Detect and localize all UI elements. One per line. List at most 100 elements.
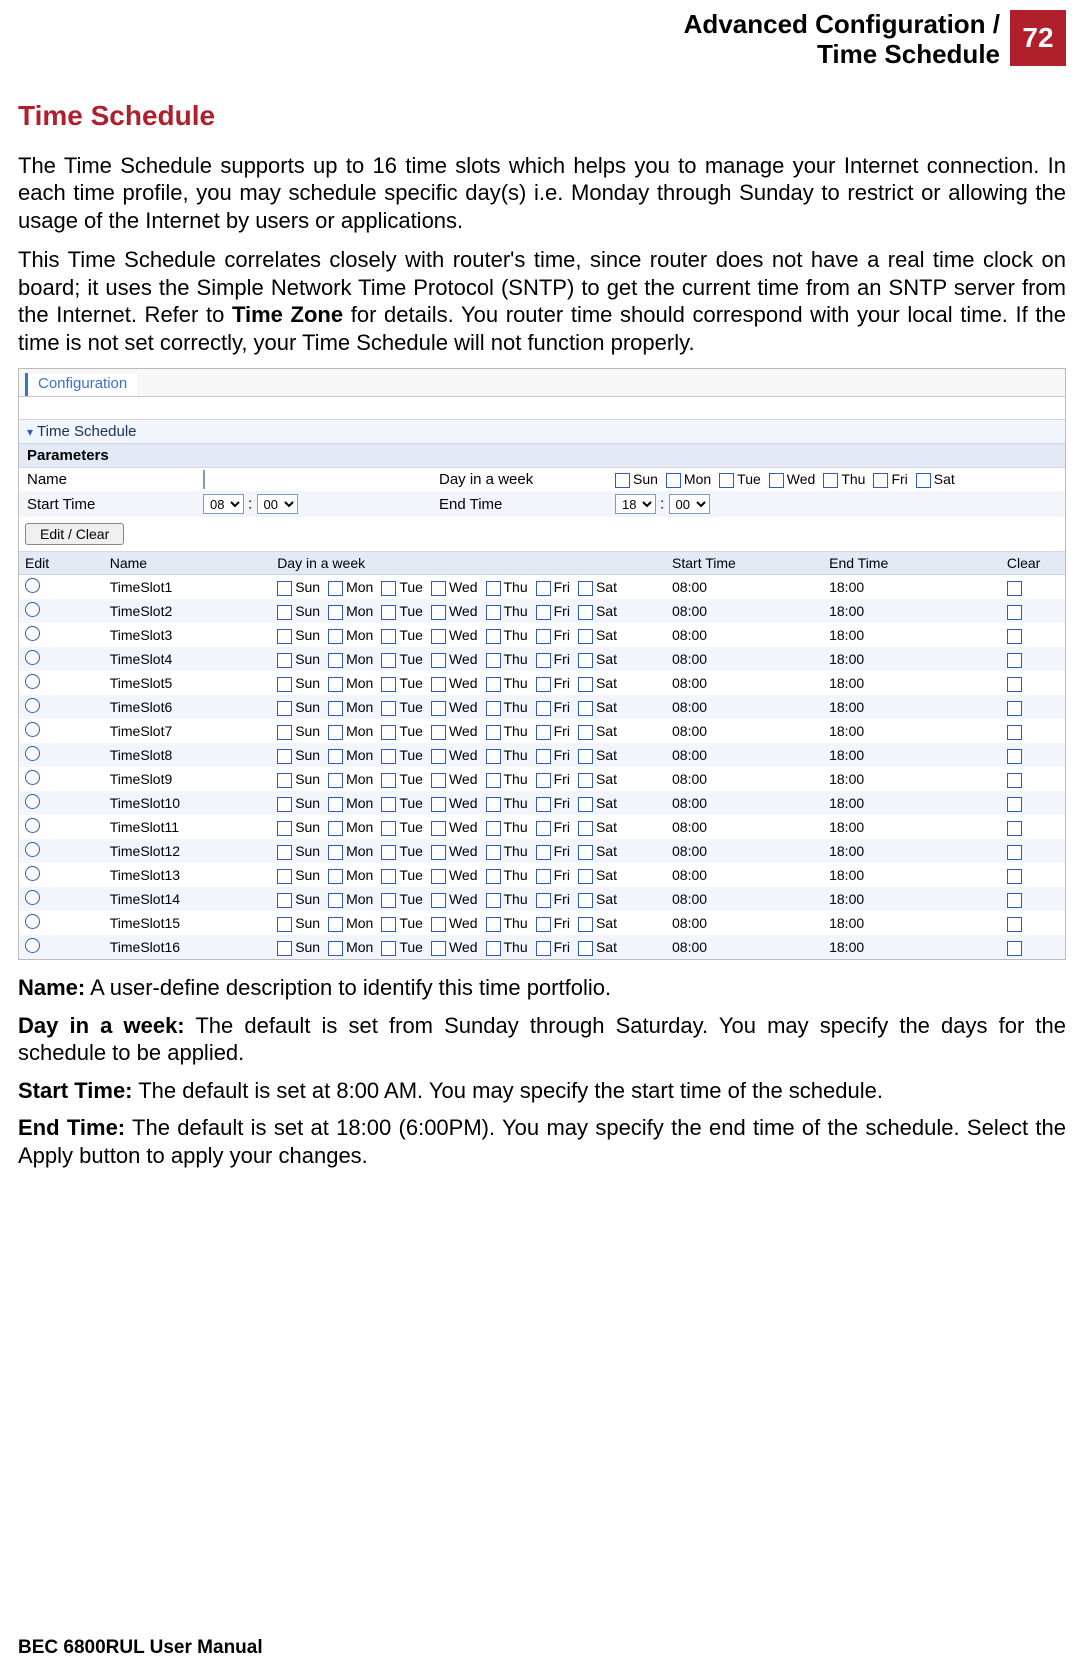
- row-day-checkbox-sat[interactable]: [578, 725, 593, 740]
- row-day-checkbox-thu[interactable]: [486, 797, 501, 812]
- row-day-checkbox-sun[interactable]: [277, 653, 292, 668]
- start-min-select[interactable]: 00: [257, 494, 298, 514]
- row-day-checkbox-wed[interactable]: [431, 821, 446, 836]
- row-day-checkbox-sun[interactable]: [277, 629, 292, 644]
- edit-radio[interactable]: [25, 746, 40, 761]
- row-day-checkbox-sat[interactable]: [578, 653, 593, 668]
- row-day-checkbox-thu[interactable]: [486, 869, 501, 884]
- row-day-checkbox-thu[interactable]: [486, 629, 501, 644]
- start-hour-select[interactable]: 08: [203, 494, 244, 514]
- edit-radio[interactable]: [25, 674, 40, 689]
- row-day-checkbox-thu[interactable]: [486, 605, 501, 620]
- row-day-checkbox-thu[interactable]: [486, 845, 501, 860]
- row-day-checkbox-sun[interactable]: [277, 917, 292, 932]
- row-day-checkbox-mon[interactable]: [328, 869, 343, 884]
- row-day-checkbox-tue[interactable]: [381, 653, 396, 668]
- row-day-checkbox-sat[interactable]: [578, 605, 593, 620]
- row-day-checkbox-mon[interactable]: [328, 773, 343, 788]
- edit-radio[interactable]: [25, 626, 40, 641]
- row-day-checkbox-fri[interactable]: [536, 941, 551, 956]
- row-day-checkbox-fri[interactable]: [536, 917, 551, 932]
- end-min-select[interactable]: 00: [669, 494, 710, 514]
- row-day-checkbox-sun[interactable]: [277, 701, 292, 716]
- day-checkbox-tue[interactable]: [719, 473, 734, 488]
- row-day-checkbox-sun[interactable]: [277, 677, 292, 692]
- edit-radio[interactable]: [25, 914, 40, 929]
- day-checkbox-sat[interactable]: [916, 473, 931, 488]
- row-day-checkbox-sat[interactable]: [578, 797, 593, 812]
- row-day-checkbox-sat[interactable]: [578, 773, 593, 788]
- row-day-checkbox-sat[interactable]: [578, 845, 593, 860]
- day-checkbox-sun[interactable]: [615, 473, 630, 488]
- day-checkbox-fri[interactable]: [873, 473, 888, 488]
- row-day-checkbox-mon[interactable]: [328, 677, 343, 692]
- row-day-checkbox-mon[interactable]: [328, 917, 343, 932]
- row-day-checkbox-sun[interactable]: [277, 581, 292, 596]
- row-day-checkbox-sun[interactable]: [277, 821, 292, 836]
- row-day-checkbox-wed[interactable]: [431, 773, 446, 788]
- row-day-checkbox-thu[interactable]: [486, 821, 501, 836]
- row-day-checkbox-fri[interactable]: [536, 605, 551, 620]
- row-day-checkbox-sat[interactable]: [578, 821, 593, 836]
- row-day-checkbox-wed[interactable]: [431, 581, 446, 596]
- row-day-checkbox-fri[interactable]: [536, 893, 551, 908]
- clear-checkbox[interactable]: [1007, 797, 1022, 812]
- row-day-checkbox-sun[interactable]: [277, 725, 292, 740]
- row-day-checkbox-sun[interactable]: [277, 749, 292, 764]
- row-day-checkbox-tue[interactable]: [381, 821, 396, 836]
- row-day-checkbox-sun[interactable]: [277, 773, 292, 788]
- row-day-checkbox-wed[interactable]: [431, 893, 446, 908]
- row-day-checkbox-tue[interactable]: [381, 869, 396, 884]
- row-day-checkbox-mon[interactable]: [328, 581, 343, 596]
- row-day-checkbox-sun[interactable]: [277, 869, 292, 884]
- row-day-checkbox-tue[interactable]: [381, 773, 396, 788]
- edit-radio[interactable]: [25, 650, 40, 665]
- row-day-checkbox-sat[interactable]: [578, 893, 593, 908]
- row-day-checkbox-tue[interactable]: [381, 725, 396, 740]
- row-day-checkbox-thu[interactable]: [486, 893, 501, 908]
- clear-checkbox[interactable]: [1007, 749, 1022, 764]
- edit-radio[interactable]: [25, 578, 40, 593]
- row-day-checkbox-wed[interactable]: [431, 725, 446, 740]
- row-day-checkbox-tue[interactable]: [381, 629, 396, 644]
- row-day-checkbox-sat[interactable]: [578, 941, 593, 956]
- row-day-checkbox-mon[interactable]: [328, 821, 343, 836]
- edit-radio[interactable]: [25, 602, 40, 617]
- row-day-checkbox-wed[interactable]: [431, 917, 446, 932]
- row-day-checkbox-wed[interactable]: [431, 629, 446, 644]
- clear-checkbox[interactable]: [1007, 821, 1022, 836]
- row-day-checkbox-sat[interactable]: [578, 749, 593, 764]
- row-day-checkbox-tue[interactable]: [381, 893, 396, 908]
- row-day-checkbox-tue[interactable]: [381, 581, 396, 596]
- row-day-checkbox-fri[interactable]: [536, 821, 551, 836]
- row-day-checkbox-wed[interactable]: [431, 677, 446, 692]
- row-day-checkbox-tue[interactable]: [381, 917, 396, 932]
- row-day-checkbox-thu[interactable]: [486, 749, 501, 764]
- row-day-checkbox-sat[interactable]: [578, 581, 593, 596]
- clear-checkbox[interactable]: [1007, 869, 1022, 884]
- row-day-checkbox-tue[interactable]: [381, 605, 396, 620]
- row-day-checkbox-mon[interactable]: [328, 797, 343, 812]
- clear-checkbox[interactable]: [1007, 581, 1022, 596]
- row-day-checkbox-mon[interactable]: [328, 749, 343, 764]
- edit-radio[interactable]: [25, 698, 40, 713]
- row-day-checkbox-thu[interactable]: [486, 917, 501, 932]
- edit-radio[interactable]: [25, 866, 40, 881]
- row-day-checkbox-thu[interactable]: [486, 581, 501, 596]
- row-day-checkbox-sun[interactable]: [277, 845, 292, 860]
- edit-radio[interactable]: [25, 794, 40, 809]
- edit-radio[interactable]: [25, 770, 40, 785]
- row-day-checkbox-fri[interactable]: [536, 653, 551, 668]
- row-day-checkbox-sun[interactable]: [277, 605, 292, 620]
- clear-checkbox[interactable]: [1007, 773, 1022, 788]
- row-day-checkbox-thu[interactable]: [486, 701, 501, 716]
- row-day-checkbox-tue[interactable]: [381, 797, 396, 812]
- row-day-checkbox-sun[interactable]: [277, 941, 292, 956]
- clear-checkbox[interactable]: [1007, 725, 1022, 740]
- edit-radio[interactable]: [25, 818, 40, 833]
- edit-clear-button[interactable]: Edit / Clear: [25, 523, 124, 545]
- row-day-checkbox-wed[interactable]: [431, 869, 446, 884]
- clear-checkbox[interactable]: [1007, 701, 1022, 716]
- row-day-checkbox-mon[interactable]: [328, 629, 343, 644]
- clear-checkbox[interactable]: [1007, 893, 1022, 908]
